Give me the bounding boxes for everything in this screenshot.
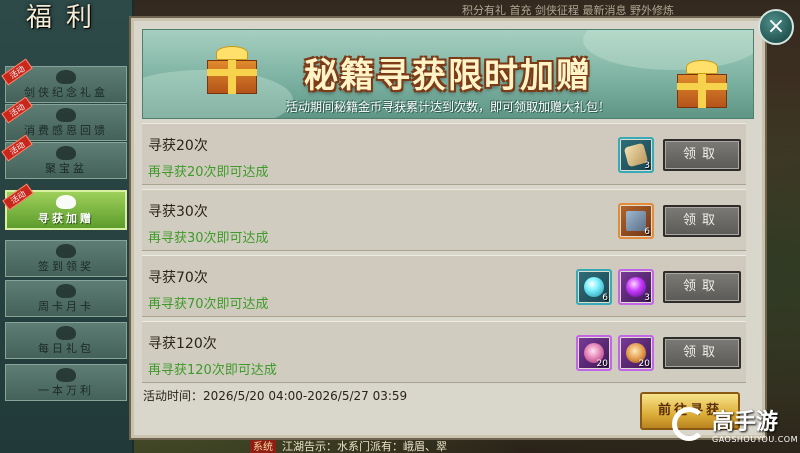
sidebar-item-label: 聚宝盆 xyxy=(45,162,87,175)
reward-row: 寻获120次 再寻获120次即可达成 20 20 领取 xyxy=(142,321,746,383)
claim-button[interactable]: 领取 xyxy=(663,139,741,171)
treasure-bowl-icon xyxy=(56,146,76,160)
banner-subtitle: 活动期间秘籍金币寻获累计达到次数，即可领取加赠大礼包！ xyxy=(285,100,610,114)
gift-box-icon xyxy=(56,195,76,209)
hot-event-ribbon: 活动 xyxy=(1,58,33,86)
hot-event-ribbon: 活动 xyxy=(2,183,34,211)
reward-title: 寻获120次 xyxy=(148,336,217,352)
watermark-name: 高手游 xyxy=(712,410,779,435)
activity-time: 活动时间：2026/5/20 04:00-2026/5/27 03:59 xyxy=(143,389,408,403)
reward-item-slot[interactable]: 3 xyxy=(618,269,654,305)
reward-item-slot[interactable]: 20 xyxy=(576,335,612,371)
sidebar-item-label: 一本万利 xyxy=(38,384,94,397)
watermark-url: GAOSHOUYOU.COM xyxy=(712,435,799,444)
sidebar-item-label: 每日礼包 xyxy=(38,342,94,355)
item-count: 3 xyxy=(644,161,650,171)
search-bonus-panel: 秘籍寻获限时加赠 活动期间秘籍金币寻获累计达到次数，即可领取加赠大礼包！ 寻获2… xyxy=(131,18,765,438)
reward-progress: 再寻获20次即可达成 xyxy=(148,165,269,180)
banner-title: 秘籍寻获限时加赠 xyxy=(304,56,592,96)
sidebar-item-checkin[interactable]: 签到领奖 xyxy=(5,240,127,277)
reward-row: 寻获70次 再寻获70次即可达成 6 3 领取 xyxy=(142,255,746,317)
gift-bag-icon xyxy=(56,70,76,84)
reward-item-slot[interactable]: 6 xyxy=(576,269,612,305)
checkin-icon xyxy=(56,244,76,258)
item-count: 6 xyxy=(644,227,650,237)
sidebar-item-weekly-monthly-card[interactable]: 周卡月卡 xyxy=(5,280,127,317)
sidebar-item-treasure-bowl[interactable]: 聚宝盆 活动 xyxy=(1,134,127,179)
system-chat-text: 江湖告示：水系门派有：峨眉、翠 xyxy=(282,440,447,453)
card-icon xyxy=(56,284,76,298)
reward-item-slot[interactable]: 6 xyxy=(618,203,654,239)
claim-button[interactable]: 领取 xyxy=(663,337,741,369)
cyan-orb-icon xyxy=(584,277,604,297)
daily-pack-icon xyxy=(56,326,76,340)
reward-row: 寻获30次 再寻获30次即可达成 6 领取 xyxy=(142,189,746,251)
reward-progress: 再寻获70次即可达成 xyxy=(148,297,269,312)
sidebar-item-search-bonus[interactable]: 寻获加赠 活动 xyxy=(2,183,127,230)
world-top-menu-text: 积分有礼 首充 剑侠征程 最新消息 野外修炼 xyxy=(462,4,674,17)
sidebar-title: 福利 xyxy=(25,3,106,33)
reward-item-slot[interactable]: 20 xyxy=(618,335,654,371)
reward-progress: 再寻获120次即可达成 xyxy=(148,363,277,378)
reward-title: 寻获70次 xyxy=(148,270,208,286)
item-count: 20 xyxy=(596,359,608,369)
purple-orb-icon xyxy=(626,277,646,297)
sidebar-item-label: 寻获加赠 xyxy=(38,212,94,225)
item-count: 3 xyxy=(644,293,650,303)
sidebar-item-investment[interactable]: 一本万利 xyxy=(5,364,127,401)
reward-title: 寻获30次 xyxy=(148,204,208,220)
welfare-sidebar: 福利 剑侠纪念礼盒 活动 消费感恩回馈 活动 聚宝盆 活动 寻获加赠 活动 签到… xyxy=(0,0,134,453)
reward-item-slot[interactable]: 3 xyxy=(618,137,654,173)
system-chat-line: 系统 江湖告示：水系门派有：峨眉、翠 xyxy=(250,438,550,453)
site-watermark: 高手游 GAOSHOUYOU.COM xyxy=(672,404,799,450)
map-scroll-icon xyxy=(626,211,646,231)
system-chat-tag: 系统 xyxy=(250,438,276,453)
close-button[interactable]: × xyxy=(758,9,794,45)
sidebar-item-daily-pack[interactable]: 每日礼包 xyxy=(5,322,127,359)
item-count: 6 xyxy=(602,293,608,303)
reward-progress: 再寻获30次即可达成 xyxy=(148,231,269,246)
claim-button[interactable]: 领取 xyxy=(663,271,741,303)
reward-row: 寻获20次 再寻获20次即可达成 3 领取 xyxy=(142,123,746,185)
claim-button[interactable]: 领取 xyxy=(663,205,741,237)
reward-title: 寻获20次 xyxy=(148,138,208,154)
coin-icon xyxy=(56,108,76,122)
sidebar-item-label: 签到领奖 xyxy=(38,260,94,273)
event-banner: 秘籍寻获限时加赠 活动期间秘籍金币寻获累计达到次数，即可领取加赠大礼包！ xyxy=(142,29,754,119)
ledger-icon xyxy=(56,368,76,382)
item-count: 20 xyxy=(638,359,650,369)
watermark-logo-icon xyxy=(672,407,706,441)
sidebar-item-label: 周卡月卡 xyxy=(38,300,94,313)
